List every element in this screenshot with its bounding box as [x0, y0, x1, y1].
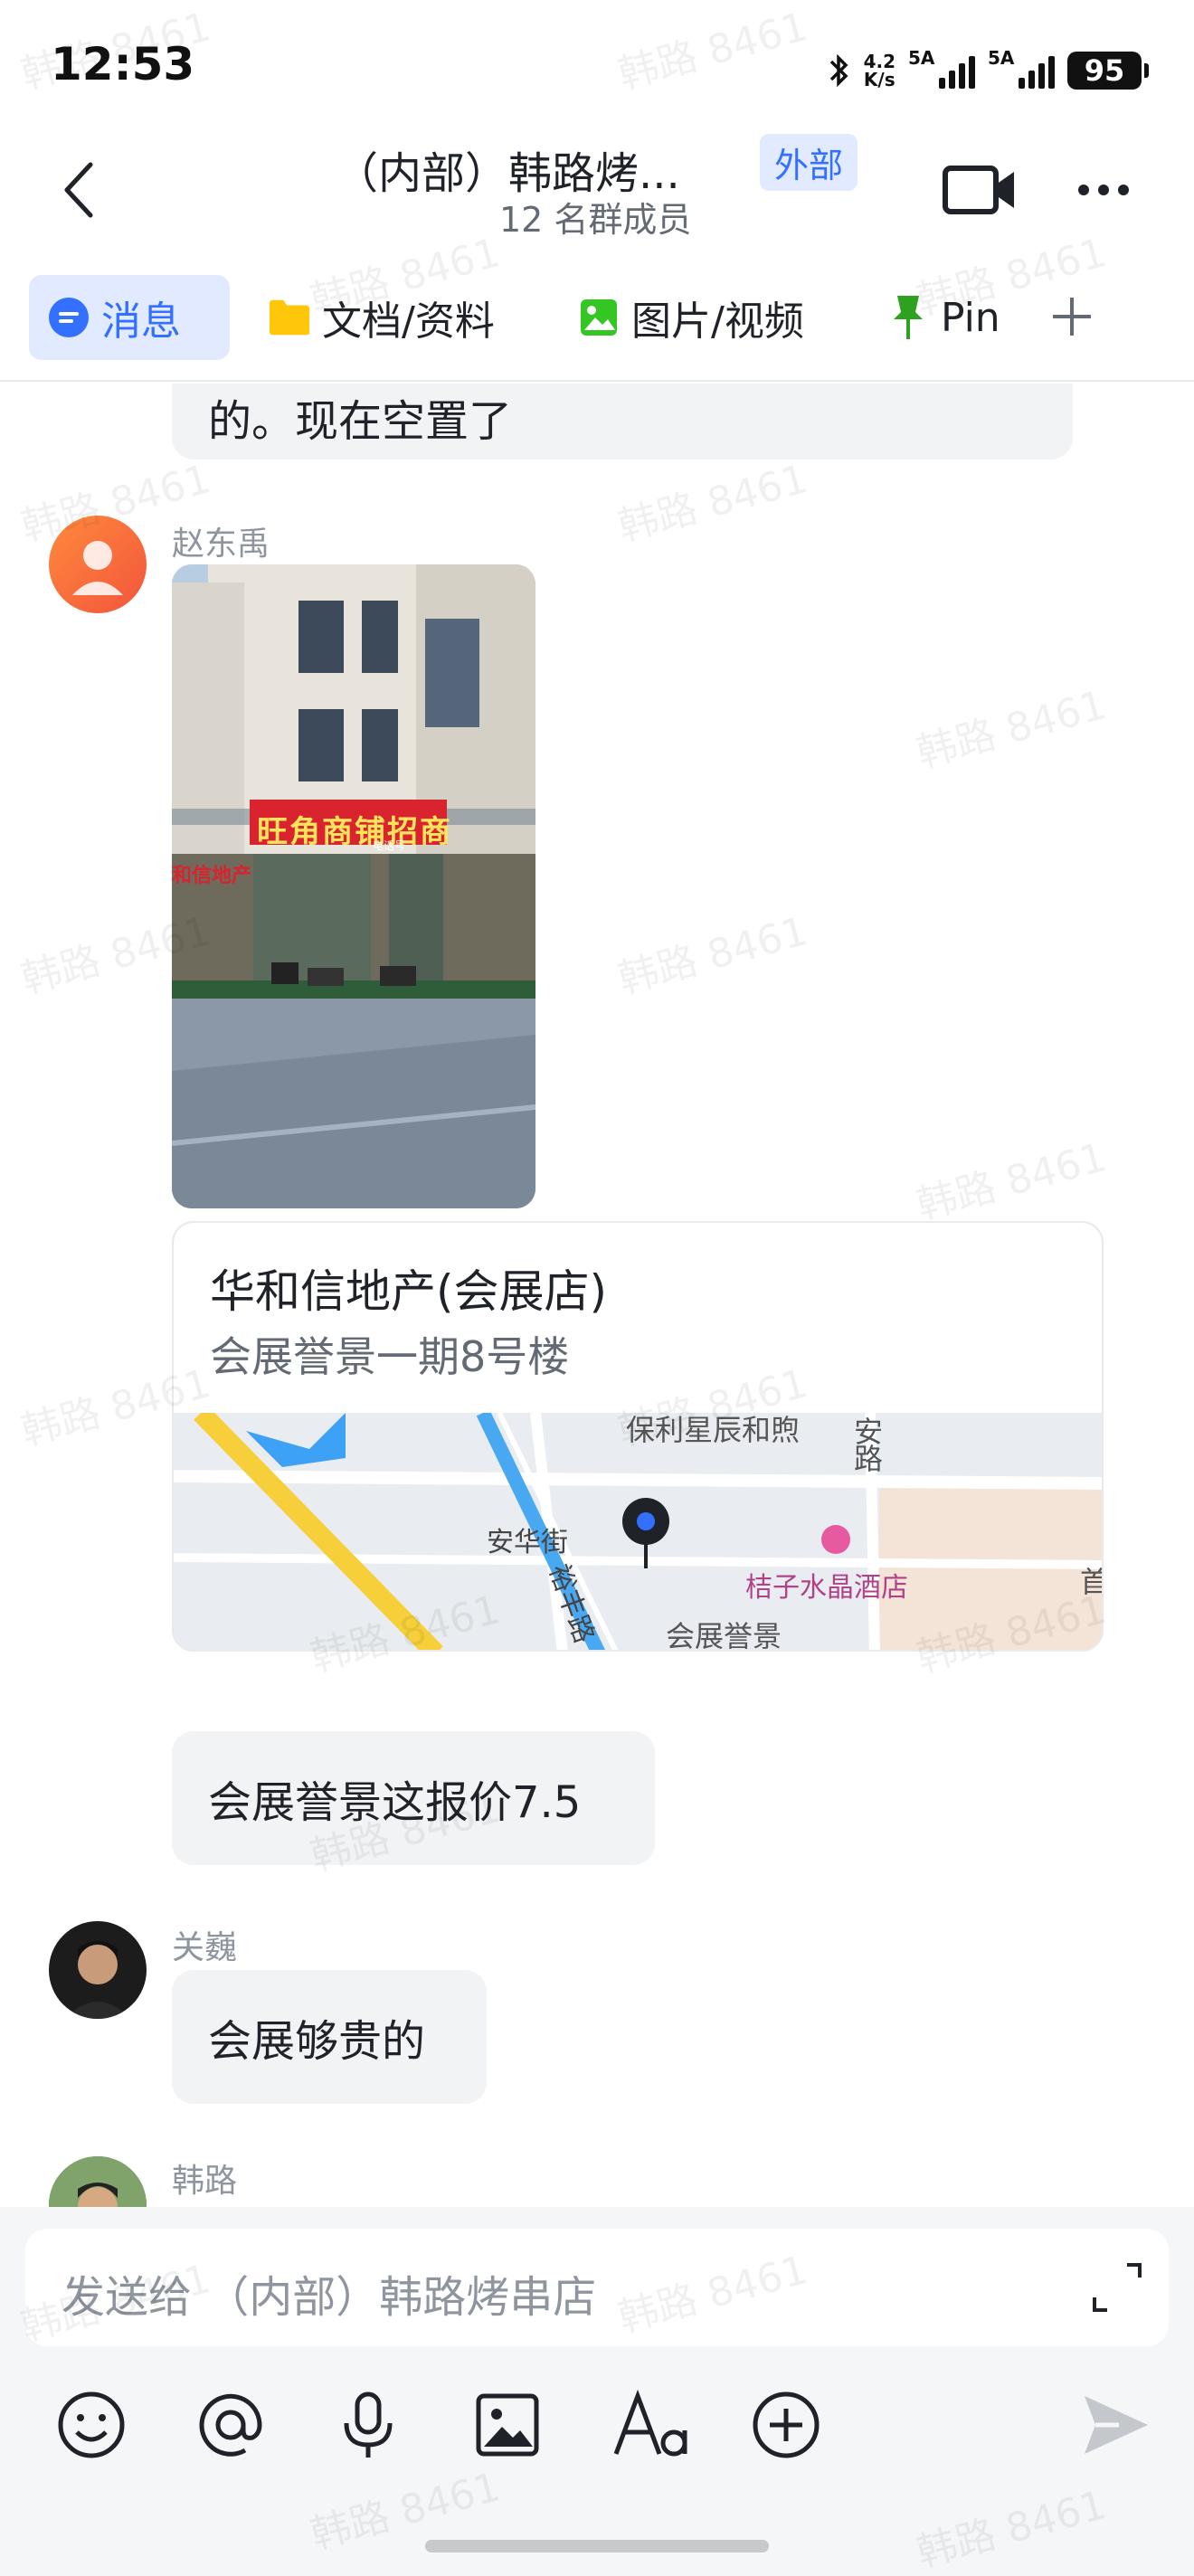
video-camera-icon: [943, 166, 1014, 214]
network-speed-unit: K/s: [863, 69, 896, 90]
message-icon: [47, 296, 90, 339]
status-bar: 12:53 4.2 K/s 5A 5A 95: [0, 0, 1194, 136]
send-button[interactable]: [1075, 2384, 1156, 2466]
send-icon: [1085, 2396, 1148, 2454]
voice-button[interactable]: [327, 2384, 409, 2466]
sender-name: 关巍: [172, 1929, 238, 1966]
more-button[interactable]: [1067, 154, 1140, 226]
shop-sign-small-text: 电话号: [373, 839, 406, 852]
chat-header: （内部）韩路烤... 外部 12 名群成员: [0, 127, 1194, 253]
plus-icon: [1053, 298, 1091, 336]
pin-icon: [886, 296, 930, 339]
message-bubble[interactable]: 会展誉景这报价7.5: [172, 1731, 655, 1865]
tab-media[interactable]: 图片/视频: [559, 275, 822, 360]
user-photo-icon: [49, 2156, 147, 2207]
external-badge: 外部: [760, 134, 858, 191]
message-text: 会展够贵的: [208, 2016, 426, 2067]
signal-2-label: 5A: [988, 47, 1015, 69]
chat-tabs: 消息 文档/资料 图片/视频 Pin: [0, 262, 1194, 382]
picture-icon: [476, 2393, 539, 2457]
message-bubble[interactable]: 的。现在空置了: [172, 384, 1073, 459]
map-label: 会展誉景: [666, 1619, 782, 1652]
network-speed-value: 4.2: [863, 51, 896, 72]
plus-circle-icon: [753, 2391, 820, 2458]
tab-documents[interactable]: 文档/资料: [250, 275, 513, 360]
composer: 发送给 （内部）韩路烤串店: [0, 2207, 1194, 2576]
sender-name: 韩路: [172, 2163, 238, 2200]
text-format-button[interactable]: [606, 2384, 696, 2466]
message-bubble[interactable]: 会展够贵的: [172, 1970, 487, 2104]
add-tab-button[interactable]: [1040, 280, 1104, 353]
back-button[interactable]: [52, 154, 107, 226]
avatar[interactable]: [49, 1921, 147, 2019]
shop-sign-left-text: 和信地产: [172, 865, 252, 887]
image-picker-button[interactable]: [467, 2384, 548, 2466]
emoji-button[interactable]: [51, 2384, 132, 2466]
font-icon: [613, 2389, 687, 2457]
map-label: 路: [854, 1442, 884, 1476]
message-input[interactable]: 发送给 （内部）韩路烤串店: [25, 2229, 1169, 2346]
map-label: 安华街: [487, 1527, 568, 1558]
tab-label: 消息: [101, 298, 181, 345]
message-text: 会展誉景这报价7.5: [208, 1777, 582, 1828]
more-actions-button[interactable]: [745, 2384, 827, 2466]
status-icons: 4.2 K/s 5A 5A 95: [826, 45, 1149, 96]
image-icon: [577, 296, 621, 339]
storefront-photo[interactable]: 旺角商铺招商 电话号 和信地产: [172, 564, 535, 1208]
smiley-icon: [58, 2391, 125, 2458]
microphone-icon: [344, 2391, 393, 2458]
map-label: 桔子水晶酒店: [745, 1572, 908, 1604]
expand-button[interactable]: [1085, 2256, 1149, 2319]
expand-icon: [1093, 2263, 1142, 2312]
tab-label: Pin: [941, 294, 1000, 341]
folder-icon: [268, 296, 311, 339]
map-label: 保利星辰和煦: [626, 1413, 801, 1447]
more-dot: [1098, 185, 1109, 195]
location-map[interactable]: 保利星辰和煦 安 路 安华街 裕丰路 桔子水晶酒店 会展誉景 首: [174, 1406, 1102, 1652]
tab-messages[interactable]: 消息: [29, 275, 230, 360]
at-icon: [199, 2393, 262, 2457]
location-address: 会展誉景一期8号楼: [210, 1332, 570, 1381]
battery-icon: 95: [1067, 52, 1149, 90]
more-dot: [1118, 185, 1129, 195]
map-label: 首: [1080, 1559, 1102, 1601]
status-time: 12:53: [51, 38, 195, 90]
location-card[interactable]: 华和信地产(会展店) 会展誉景一期8号楼 保利星辰和煦 安 路 安华街 裕丰路 …: [172, 1221, 1104, 1652]
signal-1-label: 5A: [908, 47, 935, 69]
user-photo-icon: [65, 1941, 130, 2019]
video-call-button[interactable]: [941, 154, 1019, 226]
avatar[interactable]: [49, 516, 147, 613]
message-list: 的。现在空置了 赵东禹 旺角商铺招商 电话号 和信地产 华和信地产(会展店) 会…: [0, 384, 1194, 2207]
location-name: 华和信地产(会展店): [210, 1265, 608, 1318]
more-dot: [1078, 185, 1089, 195]
member-count[interactable]: 12 名群成员: [499, 192, 691, 242]
signal-2-icon: 5A: [988, 47, 1055, 89]
tab-label: 图片/视频: [631, 298, 804, 345]
tab-pin[interactable]: Pin: [868, 275, 1019, 360]
network-speed: 4.2 K/s: [864, 52, 896, 89]
signal-1-icon: 5A: [908, 47, 975, 89]
avatar[interactable]: [49, 2156, 147, 2207]
user-placeholder-icon: [72, 541, 123, 595]
mention-button[interactable]: [190, 2384, 271, 2466]
sender-name: 赵东禹: [172, 526, 270, 563]
shop-sign-text: 旺角商铺招商: [257, 814, 452, 850]
bluetooth-icon: [829, 53, 848, 88]
home-indicator[interactable]: [425, 2540, 769, 2552]
message-input-placeholder: 发送给 （内部）韩路烤串店: [62, 2272, 597, 2323]
message-text: 的。现在空置了: [208, 396, 513, 447]
chevron-left-icon: [64, 162, 93, 218]
tab-label: 文档/资料: [322, 298, 495, 345]
